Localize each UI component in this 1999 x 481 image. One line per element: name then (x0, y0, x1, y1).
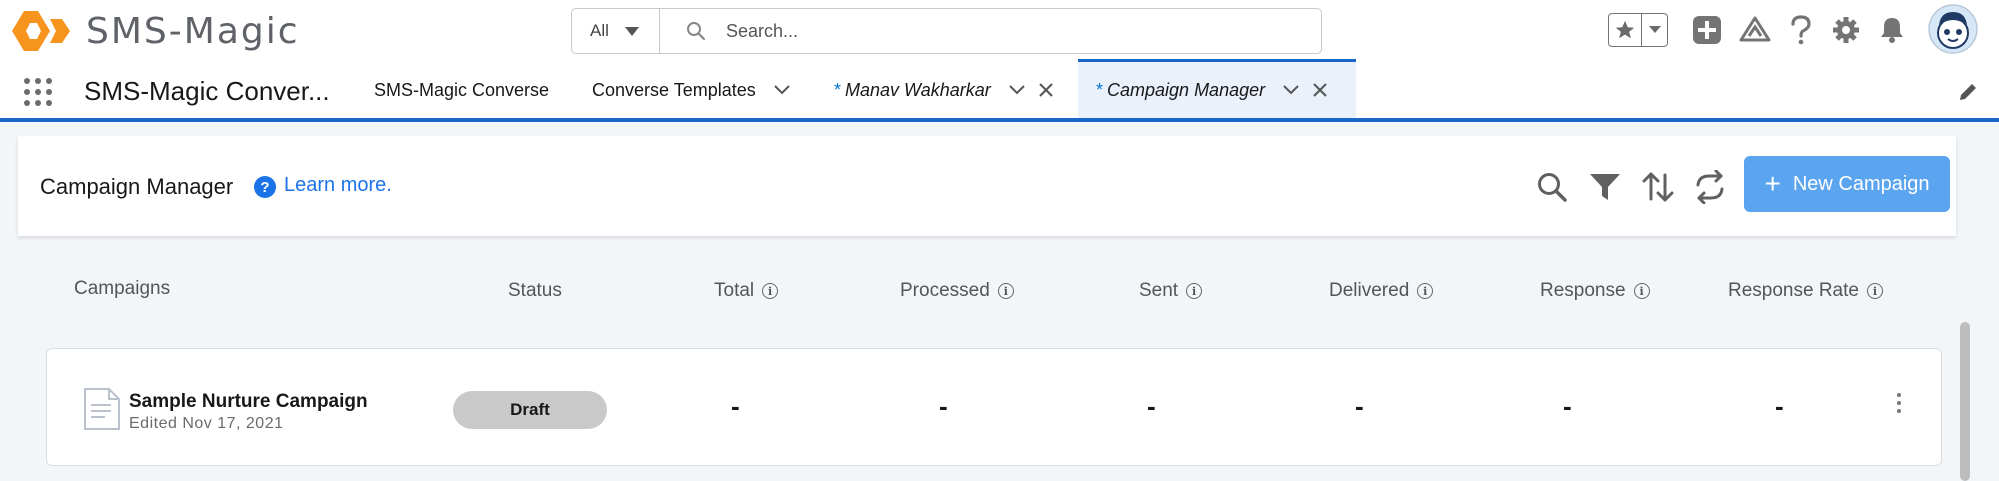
campaign-name-link[interactable]: Sample Nurture Campaign (129, 391, 368, 413)
info-icon[interactable]: i (1186, 283, 1203, 299)
info-icon[interactable]: i (1866, 283, 1883, 299)
favorites-button[interactable] (1608, 13, 1668, 47)
info-icon[interactable]: i (762, 283, 779, 299)
refresh-icon[interactable] (1692, 169, 1728, 205)
app-name: SMS-Magic Conver... (84, 76, 330, 106)
response-value: - (1563, 391, 1572, 421)
info-icon[interactable]: i (1633, 283, 1650, 299)
scrollbar[interactable] (1960, 322, 1970, 481)
global-search: All (571, 8, 1322, 54)
sms-magic-logo-icon (12, 11, 70, 51)
column-header-campaigns: Campaigns (74, 278, 170, 300)
edit-nav-pencil-icon[interactable] (1958, 82, 1978, 102)
nav-item-converse-templates[interactable]: Converse Templates (592, 62, 790, 118)
search-icon (687, 22, 706, 41)
sent-value: - (1147, 391, 1156, 421)
tab-campaign-manager[interactable]: * Campaign Manager (1078, 59, 1356, 118)
column-header-label: Response Rate (1728, 280, 1859, 301)
column-header-label: Status (508, 280, 562, 301)
chevron-down-icon (1642, 26, 1667, 34)
chevron-down-icon[interactable] (1009, 85, 1025, 95)
learn-more-link[interactable]: Learn more. (284, 174, 392, 197)
page-title: Campaign Manager (40, 174, 234, 199)
sort-icon[interactable] (1640, 169, 1676, 205)
search-icon[interactable] (1534, 169, 1570, 205)
app-launcher-icon[interactable] (22, 76, 54, 108)
nav-item-label: SMS-Magic Converse (374, 79, 550, 100)
column-header-processed: Processed i (900, 280, 1014, 302)
table-row[interactable]: Sample Nurture Campaign Edited Nov 17, 2… (46, 348, 1942, 466)
column-header-label: Response (1540, 280, 1626, 301)
new-campaign-label: New Campaign (1792, 172, 1930, 195)
column-header-label: Processed (900, 280, 990, 301)
close-icon[interactable] (1313, 83, 1327, 97)
chevron-down-icon[interactable] (1283, 85, 1299, 95)
plus-icon: + (1764, 168, 1781, 199)
total-value: - (731, 391, 740, 421)
tab-label: Manav Wakharkar (845, 79, 991, 100)
star-icon (1609, 14, 1642, 46)
search-field (660, 9, 1321, 53)
help-icon[interactable]: ? (254, 176, 276, 198)
column-header-label: Total (714, 280, 755, 301)
column-header-delivered: Delivered i (1329, 280, 1434, 302)
chevron-down-icon (624, 26, 639, 36)
info-icon[interactable]: i (1417, 283, 1434, 299)
page-header-card: Campaign Manager ? Learn more. + New Cam… (18, 136, 1956, 236)
global-header: SMS-Magic All (0, 0, 1999, 62)
status-badge: Draft (453, 391, 607, 429)
search-scope-dropdown[interactable]: All (572, 9, 660, 53)
response-rate-value: - (1775, 391, 1784, 421)
new-campaign-button[interactable]: + New Campaign (1744, 156, 1950, 212)
column-header-response: Response i (1540, 280, 1650, 302)
nav-item-sms-magic-converse[interactable]: SMS-Magic Converse (374, 62, 549, 118)
page-content: Campaign Manager ? Learn more. + New Cam… (0, 122, 1999, 481)
close-icon[interactable] (1039, 83, 1053, 97)
campaign-edited-date: Edited Nov 17, 2021 (129, 415, 284, 432)
avatar[interactable] (1928, 4, 1978, 54)
row-actions-menu-icon[interactable] (1893, 389, 1905, 417)
search-scope-label: All (590, 21, 609, 40)
nav-item-label: Converse Templates (592, 79, 756, 100)
tab-manav-wakharkar[interactable]: * Manav Wakharkar (834, 62, 1053, 118)
tab-label: Campaign Manager (1107, 79, 1266, 100)
app-navigation-bar: SMS-Magic Conver... SMS-Magic Converse C… (0, 59, 1999, 122)
delivered-value: - (1355, 391, 1364, 421)
setup-gear-icon[interactable] (1830, 13, 1862, 47)
global-actions-add-icon[interactable] (1690, 13, 1724, 47)
search-input[interactable] (726, 20, 1226, 42)
logo-text: SMS-Magic (86, 10, 300, 52)
info-icon[interactable]: i (997, 283, 1014, 299)
column-header-status: Status (508, 280, 562, 302)
column-header-label: Delivered (1329, 280, 1410, 301)
document-icon (84, 388, 120, 430)
column-header-total: Total i (714, 280, 779, 302)
processed-value: - (939, 391, 948, 421)
filter-icon[interactable] (1587, 169, 1623, 205)
chevron-down-icon[interactable] (774, 85, 790, 95)
column-header-sent: Sent i (1139, 280, 1203, 302)
column-header-label: Campaigns (74, 278, 171, 299)
sms-magic-logo[interactable]: SMS-Magic (10, 8, 300, 54)
notifications-bell-icon[interactable] (1876, 13, 1908, 47)
unsaved-indicator: * (834, 79, 842, 100)
trailhead-icon[interactable] (1737, 13, 1773, 47)
help-icon[interactable] (1786, 13, 1816, 47)
column-header-label: Sent (1139, 280, 1179, 301)
column-header-response-rate: Response Rate i (1728, 280, 1883, 302)
unsaved-indicator: * (1096, 79, 1104, 100)
